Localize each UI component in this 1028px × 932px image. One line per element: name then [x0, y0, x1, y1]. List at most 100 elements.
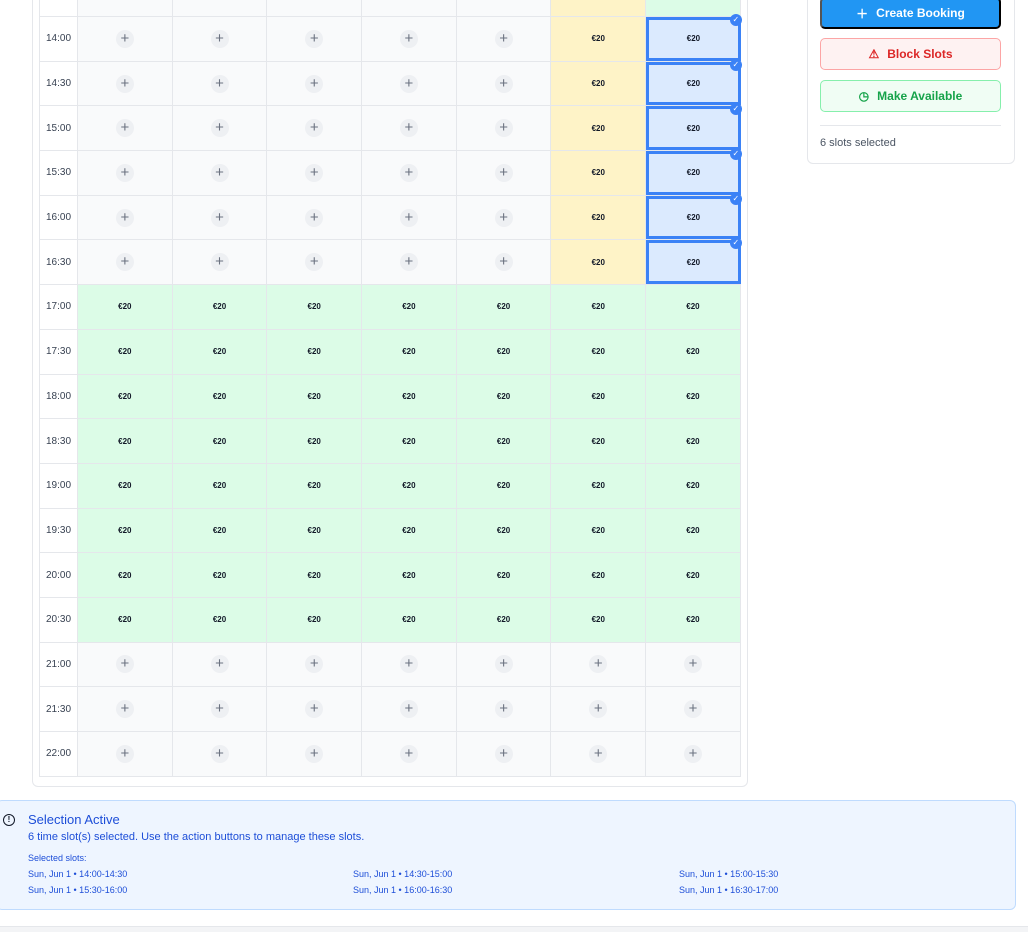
empty-slot[interactable]: + — [78, 195, 173, 240]
add-slot-icon[interactable]: + — [399, 208, 418, 227]
price-slot[interactable]: €20 — [78, 463, 173, 508]
add-slot-icon[interactable]: + — [305, 74, 324, 93]
add-slot-icon[interactable]: + — [210, 74, 229, 93]
add-slot-icon[interactable]: + — [683, 655, 702, 674]
price-slot[interactable]: €20 — [646, 508, 741, 553]
price-slot[interactable]: €20 — [551, 419, 647, 463]
add-slot-icon[interactable]: + — [494, 163, 513, 182]
price-slot[interactable]: €20 — [78, 419, 173, 463]
empty-slot[interactable]: + — [172, 61, 268, 106]
price-slot[interactable]: €20 ✓ — [646, 103, 742, 151]
add-slot-icon[interactable]: + — [115, 655, 134, 674]
price-slot[interactable]: €20 — [456, 553, 552, 597]
price-slot[interactable]: €20 — [456, 329, 552, 374]
add-slot-icon[interactable]: + — [399, 655, 418, 674]
price-slot[interactable]: €20 — [646, 329, 741, 374]
price-slot[interactable]: €20 — [78, 553, 173, 597]
empty-slot[interactable]: + — [456, 106, 552, 151]
price-slot[interactable]: €20 — [646, 419, 741, 463]
price-slot[interactable]: €20 — [551, 463, 647, 508]
empty-slot[interactable]: + — [456, 151, 552, 195]
empty-slot[interactable]: + — [456, 687, 552, 731]
price-slot[interactable]: €20 — [646, 597, 741, 642]
price-slot[interactable]: €20 — [456, 419, 552, 463]
empty-slot[interactable]: + — [172, 732, 268, 776]
empty-slot[interactable]: + — [456, 240, 552, 285]
add-slot-icon[interactable]: + — [115, 163, 134, 182]
add-slot-icon[interactable]: + — [399, 119, 418, 138]
price-slot[interactable]: €20 — [78, 329, 173, 374]
add-slot-icon[interactable]: + — [589, 655, 608, 674]
empty-slot[interactable]: + — [456, 195, 552, 240]
price-slot[interactable]: €20 ✓ — [646, 14, 742, 61]
empty-slot[interactable]: + — [456, 732, 552, 776]
empty-slot[interactable]: + — [362, 732, 457, 776]
add-slot-icon[interactable]: + — [305, 29, 324, 48]
empty-slot[interactable]: + — [456, 642, 552, 687]
price-slot[interactable]: €20 — [172, 329, 268, 374]
add-slot-icon[interactable]: + — [494, 208, 513, 227]
price-slot[interactable]: €20 — [172, 374, 268, 419]
empty-slot[interactable]: + — [172, 195, 268, 240]
price-slot[interactable]: €20 — [362, 374, 457, 419]
empty-slot[interactable]: + — [362, 106, 457, 151]
empty-slot[interactable]: + — [456, 61, 552, 106]
add-slot-icon[interactable]: + — [494, 29, 513, 48]
price-slot[interactable]: €20 ✓ — [646, 192, 742, 240]
add-slot-icon[interactable]: + — [399, 700, 418, 719]
empty-slot[interactable]: + — [78, 732, 173, 776]
add-slot-icon[interactable]: + — [399, 253, 418, 272]
add-slot-icon[interactable]: + — [115, 253, 134, 272]
price-slot[interactable]: €20 — [362, 508, 457, 553]
price-slot[interactable]: €20 — [551, 597, 647, 642]
empty-slot[interactable]: + — [362, 240, 457, 285]
empty-slot[interactable]: + — [78, 240, 173, 285]
add-slot-icon[interactable]: + — [494, 74, 513, 93]
empty-slot[interactable]: + — [267, 106, 363, 151]
add-slot-icon[interactable]: + — [210, 744, 229, 763]
empty-slot[interactable]: + — [551, 642, 647, 687]
price-slot[interactable]: €20 ✓ — [646, 58, 742, 106]
price-slot[interactable]: €20 — [172, 419, 268, 463]
empty-slot[interactable]: + — [362, 687, 457, 731]
add-slot-icon[interactable]: + — [305, 655, 324, 674]
price-slot[interactable]: €20 — [267, 329, 363, 374]
price-slot[interactable]: €20 — [172, 463, 268, 508]
add-slot-icon[interactable]: + — [115, 208, 134, 227]
price-slot[interactable]: €20 — [551, 553, 647, 597]
add-slot-icon[interactable]: + — [589, 700, 608, 719]
empty-slot[interactable]: + — [172, 687, 268, 731]
price-slot[interactable]: €20 — [362, 553, 457, 597]
price-slot[interactable]: €20 — [551, 374, 647, 419]
empty-slot[interactable]: + — [267, 732, 363, 776]
price-slot[interactable]: €20 — [172, 285, 268, 329]
create-booking-button[interactable]: ＋ Create Booking — [820, 0, 1001, 29]
price-slot[interactable]: €20 — [267, 508, 363, 553]
empty-slot[interactable]: + — [362, 151, 457, 195]
empty-slot[interactable]: + — [267, 240, 363, 285]
empty-slot[interactable]: + — [172, 642, 268, 687]
empty-slot[interactable]: + — [172, 151, 268, 195]
price-slot[interactable]: €20 — [78, 508, 173, 553]
price-slot[interactable]: €20 — [362, 285, 457, 329]
price-slot[interactable]: €20 — [267, 553, 363, 597]
price-slot[interactable]: €20 — [456, 463, 552, 508]
price-slot[interactable]: €20 — [551, 508, 647, 553]
add-slot-icon[interactable]: + — [399, 744, 418, 763]
price-slot[interactable]: €20 — [172, 597, 268, 642]
empty-slot[interactable]: + — [172, 240, 268, 285]
price-slot[interactable]: €20 — [646, 374, 741, 419]
add-slot-icon[interactable]: + — [210, 700, 229, 719]
empty-slot[interactable]: + — [172, 17, 268, 61]
empty-slot[interactable]: + — [78, 642, 173, 687]
price-slot[interactable]: €20 — [456, 508, 552, 553]
empty-slot[interactable]: + — [267, 195, 363, 240]
empty-slot[interactable]: + — [78, 151, 173, 195]
add-slot-icon[interactable]: + — [305, 208, 324, 227]
add-slot-icon[interactable]: + — [210, 163, 229, 182]
add-slot-icon[interactable]: + — [115, 744, 134, 763]
add-slot-icon[interactable]: + — [494, 744, 513, 763]
empty-slot[interactable]: + — [78, 17, 173, 61]
add-slot-icon[interactable]: + — [494, 655, 513, 674]
add-slot-icon[interactable]: + — [115, 119, 134, 138]
